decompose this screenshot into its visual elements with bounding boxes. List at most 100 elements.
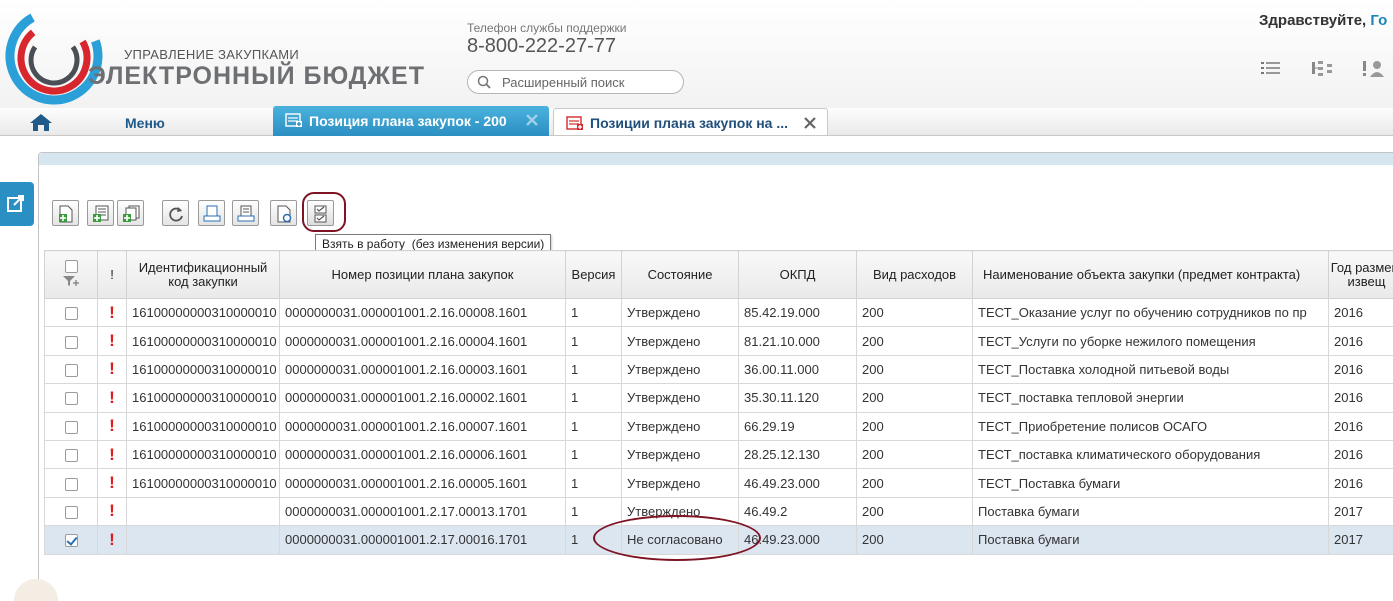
add-button[interactable] bbox=[52, 200, 79, 226]
purchase-id-cell: 16100000000310000010 bbox=[126, 326, 280, 356]
column-header-okpd[interactable]: ОКПД bbox=[738, 250, 857, 299]
state-cell: Утверждено bbox=[621, 411, 739, 441]
expense-type-cell: 200 bbox=[856, 439, 973, 470]
purchase-id-cell: 16100000000310000010 bbox=[126, 297, 280, 328]
year-cell: 2017 bbox=[1328, 496, 1393, 527]
print-button[interactable] bbox=[198, 200, 225, 226]
row-checkbox[interactable] bbox=[64, 420, 78, 434]
row-select-cell[interactable] bbox=[44, 411, 98, 441]
filter-icon[interactable] bbox=[62, 275, 80, 287]
warning-cell: ! bbox=[97, 496, 127, 527]
table-row[interactable]: ! 16100000000310000010 0000000031.000001… bbox=[44, 411, 1393, 441]
tab-purchase-plan-positions[interactable]: Позиции плана закупок на ... bbox=[553, 108, 828, 136]
column-header-version[interactable]: Версия bbox=[565, 250, 622, 299]
object-name-cell: Поставка бумаги bbox=[972, 496, 1329, 527]
okpd-cell: 28.25.12.130 bbox=[738, 439, 857, 470]
copy-button[interactable] bbox=[117, 200, 144, 226]
print-form-button[interactable] bbox=[232, 200, 259, 226]
object-name-cell: ТЕСТ_Услуги по уборке нежилого помещения bbox=[972, 326, 1329, 356]
expense-type-cell: 200 bbox=[856, 525, 973, 555]
row-checkbox[interactable] bbox=[64, 335, 78, 349]
position-number-cell: 0000000031.000001001.2.16.00006.1601 bbox=[279, 439, 566, 470]
expense-type-cell: 200 bbox=[856, 326, 973, 356]
column-header-expense-type[interactable]: Вид расходов bbox=[856, 250, 973, 299]
table-row[interactable]: ! 16100000000310000010 0000000031.000001… bbox=[44, 468, 1393, 498]
search-input[interactable] bbox=[502, 74, 677, 91]
row-checkbox[interactable] bbox=[64, 392, 78, 406]
support-phone: 8-800-222-27-77 bbox=[467, 35, 616, 57]
okpd-cell: 85.42.19.000 bbox=[738, 297, 857, 328]
row-select-cell[interactable] bbox=[44, 525, 98, 555]
table-row[interactable]: ! 16100000000310000010 0000000031.000001… bbox=[44, 439, 1393, 470]
add-list-button[interactable] bbox=[87, 200, 114, 226]
close-icon[interactable] bbox=[803, 116, 817, 130]
select-all-checkbox[interactable] bbox=[64, 259, 78, 273]
warning-cell: ! bbox=[97, 383, 127, 413]
refresh-button[interactable] bbox=[162, 200, 189, 226]
row-checkbox[interactable] bbox=[64, 364, 78, 377]
row-select-cell[interactable] bbox=[44, 468, 98, 498]
close-icon[interactable] bbox=[525, 113, 539, 127]
okpd-cell: 35.30.11.120 bbox=[738, 383, 857, 413]
object-name-cell: ТЕСТ_Поставка холодной питьевой воды bbox=[972, 354, 1329, 385]
document-icon bbox=[566, 116, 583, 130]
object-name-cell: ТЕСТ_поставка климатического оборудовани… bbox=[972, 439, 1329, 470]
expense-type-cell: 200 bbox=[856, 354, 973, 385]
tree-icon[interactable] bbox=[1310, 58, 1334, 78]
year-cell: 2016 bbox=[1328, 354, 1393, 385]
row-checkbox[interactable] bbox=[64, 505, 78, 519]
warning-icon: ! bbox=[109, 501, 115, 521]
table-row[interactable]: ! 16100000000310000010 0000000031.000001… bbox=[44, 383, 1393, 413]
preview-button[interactable] bbox=[270, 200, 297, 226]
home-icon[interactable] bbox=[28, 112, 54, 132]
year-cell: 2016 bbox=[1328, 326, 1393, 356]
user-name-link[interactable]: Го bbox=[1370, 12, 1387, 29]
column-header-state[interactable]: Состояние bbox=[621, 250, 739, 299]
column-header-warning[interactable]: ! bbox=[97, 250, 127, 299]
extended-search[interactable] bbox=[467, 70, 684, 94]
user-list-icon[interactable] bbox=[1361, 58, 1385, 78]
row-checkbox[interactable] bbox=[64, 477, 78, 491]
object-name-cell: ТЕСТ_Оказание услуг по обучению сотрудни… bbox=[972, 297, 1329, 328]
grid-header-row: ! Идентификационный код закупки Номер по… bbox=[44, 250, 1393, 299]
version-cell: 1 bbox=[565, 496, 622, 527]
row-select-cell[interactable] bbox=[44, 496, 98, 527]
tab-purchase-plan-position[interactable]: Позиция плана закупок - 200 bbox=[273, 106, 549, 136]
side-panel-toggle[interactable] bbox=[0, 182, 34, 226]
greeting-label: Здравствуйте, bbox=[1259, 12, 1367, 29]
tab-label: Позиция плана закупок - 200 bbox=[309, 113, 507, 129]
add-icon bbox=[59, 205, 73, 223]
add-list-icon bbox=[93, 205, 109, 222]
row-select-cell[interactable] bbox=[44, 383, 98, 413]
menu-button[interactable]: Меню bbox=[125, 115, 165, 131]
row-select-cell[interactable] bbox=[44, 326, 98, 356]
table-row[interactable]: ! 16100000000310000010 0000000031.000001… bbox=[44, 326, 1393, 356]
version-cell: 1 bbox=[565, 383, 622, 413]
column-header-purchase-id[interactable]: Идентификационный код закупки bbox=[126, 250, 280, 299]
year-cell: 2016 bbox=[1328, 439, 1393, 470]
row-checkbox[interactable] bbox=[64, 449, 78, 463]
purchase-id-cell: 16100000000310000010 bbox=[126, 383, 280, 413]
expense-type-cell: 200 bbox=[856, 411, 973, 441]
position-number-cell: 0000000031.000001001.2.17.00013.1701 bbox=[279, 496, 566, 527]
table-row[interactable]: ! 16100000000310000010 0000000031.000001… bbox=[44, 354, 1393, 385]
row-select-cell[interactable] bbox=[44, 439, 98, 470]
select-all-header[interactable] bbox=[44, 250, 98, 299]
object-name-cell: ТЕСТ_Приобретение полисов ОСАГО bbox=[972, 411, 1329, 441]
okpd-cell: 66.29.19 bbox=[738, 411, 857, 441]
row-checkbox[interactable] bbox=[64, 307, 78, 321]
expense-type-cell: 200 bbox=[856, 383, 973, 413]
object-name-cell: ТЕСТ_Поставка бумаги bbox=[972, 468, 1329, 498]
row-checkbox[interactable] bbox=[64, 534, 78, 548]
row-select-cell[interactable] bbox=[44, 354, 98, 385]
table-row[interactable]: ! 16100000000310000010 0000000031.000001… bbox=[44, 297, 1393, 328]
column-header-position-number[interactable]: Номер позиции плана закупок bbox=[279, 250, 566, 299]
warning-icon: ! bbox=[109, 473, 115, 493]
version-cell: 1 bbox=[565, 354, 622, 385]
list-icon[interactable] bbox=[1259, 58, 1283, 78]
column-header-object-name[interactable]: Наименование объекта закупки (предмет ко… bbox=[972, 250, 1329, 299]
warning-cell: ! bbox=[97, 439, 127, 470]
row-select-cell[interactable] bbox=[44, 297, 98, 328]
column-header-year[interactable]: Год размещ извещ bbox=[1328, 250, 1393, 299]
purchase-id-cell: 16100000000310000010 bbox=[126, 354, 280, 385]
